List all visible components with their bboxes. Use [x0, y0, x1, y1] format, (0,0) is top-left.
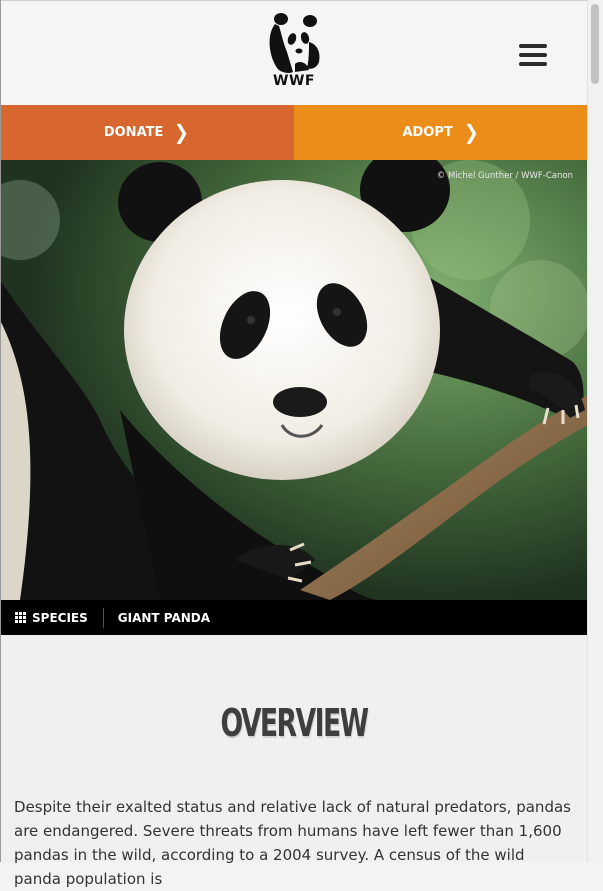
hamburger-menu-icon[interactable] [519, 44, 549, 70]
breadcrumb-species-link[interactable]: SPECIES [0, 611, 103, 625]
wwf-logo[interactable]: WWF [265, 12, 323, 92]
scrollbar-thumb[interactable] [591, 4, 599, 84]
panda-photo [0, 160, 588, 600]
adopt-label: ADOPT [402, 125, 453, 140]
cta-bar: DONATE ❯ ADOPT ❯ [0, 105, 588, 160]
grid-icon [15, 612, 26, 623]
panda-logo-icon [269, 13, 320, 73]
page-scrollbar[interactable] [587, 0, 603, 862]
site-header: WWF [0, 0, 588, 105]
photo-credit: © Michel Gunther / WWF-Canon [436, 171, 573, 181]
breadcrumb-current: GIANT PANDA [104, 611, 210, 625]
breadcrumb-current-label: GIANT PANDA [117, 610, 211, 625]
breadcrumb-species-label: SPECIES [32, 610, 88, 625]
window-left-border [0, 0, 1, 862]
section-title: OVERVIEW [220, 701, 370, 745]
adopt-button[interactable]: ADOPT ❯ [294, 105, 588, 160]
window-top-border [0, 0, 603, 1]
logo-text: WWF [273, 73, 315, 89]
overview-section: OVERVIEW Despite their exalted status an… [0, 635, 588, 888]
breadcrumb: SPECIES GIANT PANDA [0, 600, 588, 635]
hero-image: © Michel Gunther / WWF-Canon [0, 160, 588, 600]
donate-label: DONATE [103, 125, 164, 140]
overview-paragraph: Despite their exalted status and relativ… [14, 798, 571, 888]
chevron-right-icon: ❯ [463, 120, 479, 144]
donate-button[interactable]: DONATE ❯ [0, 105, 294, 160]
chevron-right-icon: ❯ [174, 120, 190, 144]
